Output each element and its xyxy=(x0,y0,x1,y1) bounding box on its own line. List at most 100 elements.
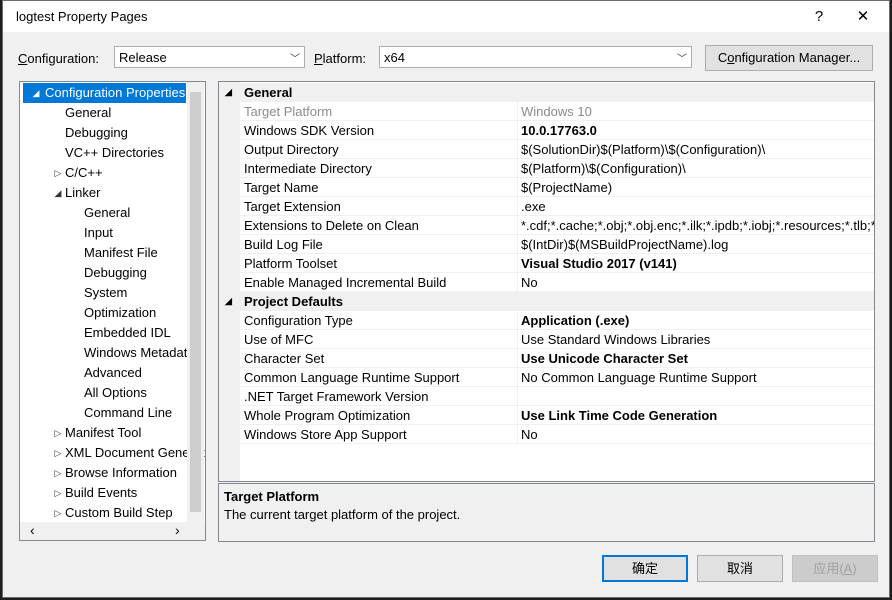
tree-item[interactable]: ▷ C/C++ xyxy=(20,163,187,183)
property-value[interactable]: 10.0.17763.0 xyxy=(517,121,874,140)
property-row[interactable]: Character Set Use Unicode Character Set xyxy=(240,349,874,368)
tree-item-label: Advanced xyxy=(84,365,142,380)
property-name: Output Directory xyxy=(244,142,339,157)
grid-vertical-scrollbar[interactable] xyxy=(875,81,888,482)
category-project-defaults[interactable]: ◢ Project Defaults xyxy=(219,292,874,311)
property-value[interactable]: No xyxy=(517,273,874,292)
property-value[interactable]: $(IntDir)$(MSBuildProjectName).log xyxy=(517,235,874,254)
tree-item[interactable]: General xyxy=(20,203,187,223)
tree-item-label: Configuration Properties xyxy=(45,85,186,100)
tree-item[interactable]: ▷ XML Document Generator xyxy=(20,443,205,463)
property-row[interactable]: Target Extension .exe xyxy=(240,197,874,216)
property-name: Common Language Runtime Support xyxy=(244,370,460,385)
tree-item[interactable]: Advanced xyxy=(20,363,187,383)
property-row[interactable]: Output Directory $(SolutionDir)$(Platform… xyxy=(240,140,874,159)
tree-item[interactable]: Embedded IDL xyxy=(20,323,187,343)
property-value[interactable]: $(SolutionDir)$(Platform)\$(Configuratio… xyxy=(517,140,874,159)
tree-item[interactable]: Input xyxy=(20,223,187,243)
description-title: Target Platform xyxy=(224,489,320,504)
tree-item[interactable]: ▷ Manifest Tool xyxy=(20,423,187,443)
tree-item-label: Linker xyxy=(65,185,101,200)
tree-item[interactable]: ◢ Linker xyxy=(20,183,187,203)
property-row[interactable]: Use of MFC Use Standard Windows Libraries xyxy=(240,330,874,349)
expanded-arrow-icon[interactable]: ◢ xyxy=(225,292,232,311)
expanded-arrow-icon[interactable]: ◢ xyxy=(31,83,41,103)
property-value[interactable]: *.cdf;*.cache;*.obj;*.obj.enc;*.ilk;*.ip… xyxy=(517,216,874,235)
close-button[interactable]: ✕ xyxy=(841,1,885,32)
tree-item[interactable]: System xyxy=(20,283,187,303)
property-row[interactable]: Target Name $(ProjectName) xyxy=(240,178,874,197)
property-name: .NET Target Framework Version xyxy=(244,389,429,404)
platform-dropdown[interactable]: x64 ﹀ xyxy=(379,46,692,68)
property-row[interactable]: Target Platform Windows 10 xyxy=(240,102,874,121)
property-row[interactable]: Enable Managed Incremental Build No xyxy=(240,273,874,292)
property-row[interactable]: .NET Target Framework Version xyxy=(240,387,874,406)
collapsed-arrow-icon[interactable]: ▷ xyxy=(53,163,63,183)
help-button[interactable]: ? xyxy=(797,1,841,32)
expanded-arrow-icon[interactable]: ◢ xyxy=(53,183,63,203)
scroll-right-icon[interactable]: › xyxy=(175,522,180,538)
platform-value: x64 xyxy=(384,50,405,65)
apply-button[interactable]: 应用(A) xyxy=(792,555,878,582)
tree-item[interactable]: Optimization xyxy=(20,303,187,323)
tree-item[interactable]: All Options xyxy=(20,383,187,403)
tree-horizontal-scrollbar[interactable]: ‹ › xyxy=(20,522,205,540)
tree-vertical-scrollbar[interactable] xyxy=(187,82,204,522)
property-grid[interactable]: ◢ General Target Platform Windows 10 Windows… xyxy=(218,81,875,482)
property-value[interactable]: Application (.exe) xyxy=(517,311,874,330)
tree-scroll-thumb[interactable] xyxy=(190,92,201,512)
property-value[interactable]: No Common Language Runtime Support xyxy=(517,368,874,387)
property-value[interactable]: Use Unicode Character Set xyxy=(517,349,874,368)
property-name: Windows SDK Version xyxy=(244,123,375,138)
category-tree[interactable]: ◢ Configuration Properties General Debuggin… xyxy=(19,81,206,541)
property-value[interactable]: No xyxy=(517,425,874,444)
category-general[interactable]: ◢ General xyxy=(219,83,874,102)
collapsed-arrow-icon[interactable]: ▷ xyxy=(53,423,63,443)
tree-item[interactable]: ▷ Browse Information xyxy=(20,463,187,483)
tree-item[interactable]: VC++ Directories xyxy=(20,143,187,163)
property-value[interactable]: .exe xyxy=(517,197,874,216)
property-row[interactable]: Platform Toolset Visual Studio 2017 (v141… xyxy=(240,254,874,273)
category-label: Project Defaults xyxy=(244,294,343,309)
cancel-button[interactable]: 取消 xyxy=(697,555,783,582)
tree-item[interactable]: Command Line xyxy=(20,403,187,423)
tree-item[interactable]: Windows Metadata xyxy=(20,343,195,363)
collapsed-arrow-icon[interactable]: ▷ xyxy=(53,463,63,483)
property-row[interactable]: Windows SDK Version 10.0.17763.0 xyxy=(240,121,874,140)
property-row[interactable]: Intermediate Directory $(Platform)\$(Conf… xyxy=(240,159,874,178)
tree-item[interactable]: ◢ Configuration Properties xyxy=(23,83,186,103)
property-value[interactable]: Windows 10 xyxy=(517,102,874,121)
collapsed-arrow-icon[interactable]: ▷ xyxy=(53,483,63,503)
tree-item-label: Optimization xyxy=(84,305,157,320)
tree-item[interactable]: Manifest File xyxy=(20,243,187,263)
property-name: Intermediate Directory xyxy=(244,161,372,176)
ok-button[interactable]: 确定 xyxy=(602,555,688,582)
property-row[interactable]: Configuration Type Application (.exe) xyxy=(240,311,874,330)
property-pages-dialog: logtest Property Pages ? ✕ Configuration… xyxy=(2,0,890,598)
scroll-left-icon[interactable]: ‹ xyxy=(30,522,35,538)
property-value[interactable] xyxy=(517,387,874,406)
property-row[interactable]: Whole Program Optimization Use Link Time … xyxy=(240,406,874,425)
property-row[interactable]: Common Language Runtime Support No Common… xyxy=(240,368,874,387)
property-row[interactable]: Extensions to Delete on Clean *.cdf;*.cac… xyxy=(240,216,874,235)
tree-item[interactable]: ▷ Build Events xyxy=(20,483,187,503)
tree-item[interactable]: Debugging xyxy=(20,123,187,143)
tree-item[interactable]: ▷ Custom Build Step xyxy=(20,503,187,523)
property-value[interactable]: $(Platform)\$(Configuration)\ xyxy=(517,159,874,178)
property-row[interactable]: Build Log File $(IntDir)$(MSBuildProjectN… xyxy=(240,235,874,254)
property-value[interactable]: Use Link Time Code Generation xyxy=(517,406,874,425)
configuration-dropdown[interactable]: Release ﹀ xyxy=(114,46,305,68)
tree-item[interactable]: General xyxy=(20,103,187,123)
property-row[interactable]: Windows Store App Support No xyxy=(240,425,874,444)
tree-item-label: General xyxy=(65,105,112,120)
tree-item[interactable]: Debugging xyxy=(20,263,187,283)
property-value[interactable]: $(ProjectName) xyxy=(517,178,874,197)
property-value[interactable]: Visual Studio 2017 (v141) xyxy=(517,254,874,273)
configuration-manager-button[interactable]: Configuration Manager... xyxy=(705,45,873,71)
property-value[interactable]: Use Standard Windows Libraries xyxy=(517,330,874,349)
collapsed-arrow-icon[interactable]: ▷ xyxy=(53,443,63,463)
description-text: The current target platform of the proje… xyxy=(224,507,461,522)
tree-item-label: VC++ Directories xyxy=(65,145,164,160)
collapsed-arrow-icon[interactable]: ▷ xyxy=(53,503,63,523)
expanded-arrow-icon[interactable]: ◢ xyxy=(225,83,232,102)
